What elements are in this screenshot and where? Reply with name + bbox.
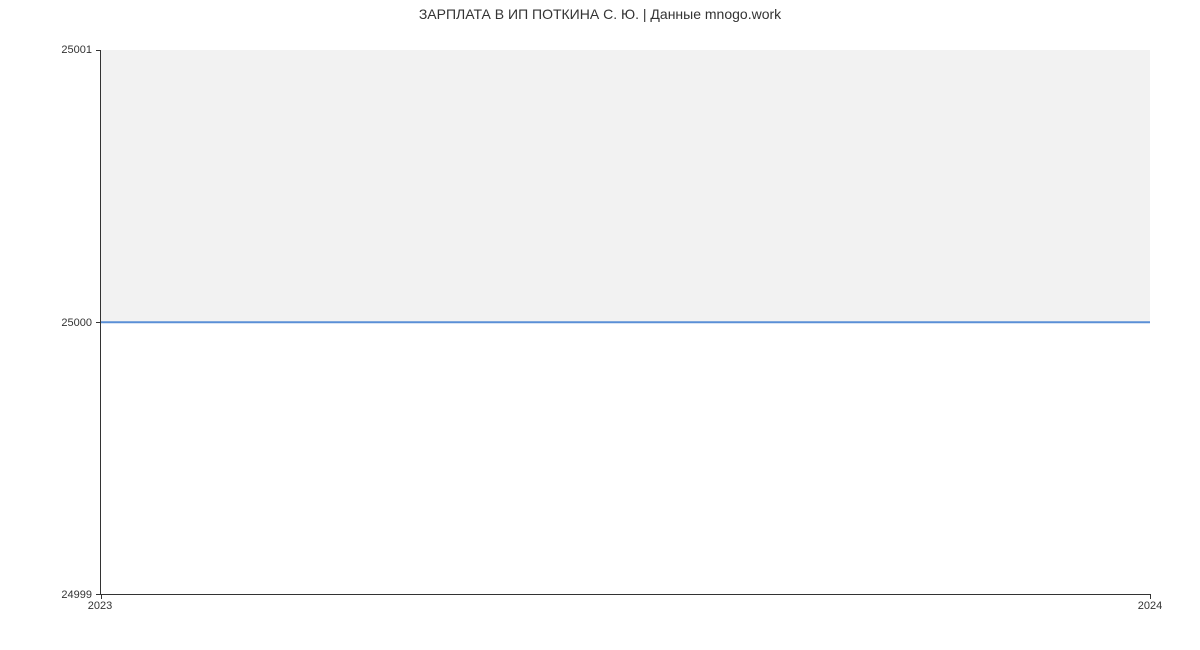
plot-background-band [101,50,1150,322]
x-tick [101,594,102,599]
data-line [101,321,1150,323]
x-tick [1150,594,1151,599]
chart-title: ЗАРПЛАТА В ИП ПОТКИНА С. Ю. | Данные mno… [0,6,1200,22]
x-axis-label: 2023 [88,600,112,612]
y-tick [96,50,101,51]
y-axis-label: 25000 [61,317,92,329]
y-tick [96,322,101,323]
plot-area [100,50,1150,595]
y-axis-label: 25001 [61,44,92,56]
x-axis-label: 2024 [1138,600,1162,612]
